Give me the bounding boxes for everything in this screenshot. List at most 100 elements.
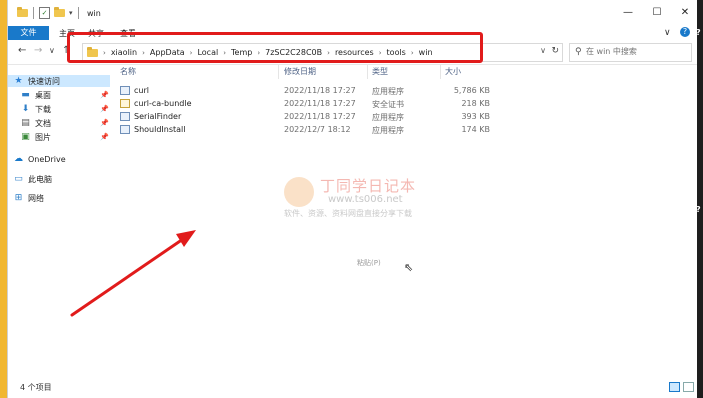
search-icon: ⚲ [575,47,582,57]
file-row[interactable]: curl 2022/11/18 17:27 应用程序 5,786 KB [120,85,500,98]
file-size: 218 KB [461,99,490,108]
star-icon: ★ [14,76,23,86]
nav-item-label: 下载 [35,104,51,114]
maximize-button[interactable]: ☐ [650,6,664,20]
details-view-icon[interactable] [669,382,680,392]
file-size: 174 KB [461,125,490,134]
nav-item-label: OneDrive [28,154,66,164]
file-row[interactable]: ShouldInstall 2022/12/7 18:12 应用程序 174 K… [120,124,500,137]
ribbon-collapse-icon[interactable]: ∨ [664,28,671,38]
search-input[interactable] [586,44,686,59]
file-size: 393 KB [461,112,490,121]
file-type: 应用程序 [372,113,404,122]
explorer-window: ✓ ▾ win — ☐ ✕ 文件 主页 共享 查看 ∨ ? ← → ∨ ↑ › … [8,0,697,398]
address-history-chevron-icon[interactable]: ∨ [540,46,546,55]
nav-item-onedrive[interactable]: ☁ OneDrive [13,153,66,165]
item-count: 4 个项目 [20,383,52,392]
file-list-area[interactable]: 名称 修改日期 类型 大小 curl 2022/11/18 17:27 应用程序… [112,65,697,375]
watermark-logo [284,177,314,207]
nav-item-label: 网络 [28,193,44,203]
forward-button[interactable]: → [34,45,42,56]
watermark-title: 丁同学日记本 [320,177,417,195]
file-date: 2022/12/7 18:12 [284,125,351,134]
status-bar: 4 个项目 [8,375,697,398]
file-row[interactable]: curl-ca-bundle 2022/11/18 17:27 安全证书 218… [120,98,500,111]
exe-icon [120,86,130,95]
nav-item-network[interactable]: ⊞ 网络 [13,192,44,204]
address-highlight-box [67,32,483,63]
nav-item-desktop[interactable]: ▬ 桌面 [20,89,51,101]
background-strip [697,0,703,398]
nav-item-quick-access[interactable]: ★ 快速访问 [8,75,110,87]
folder-icon[interactable] [17,7,28,17]
cloud-icon: ☁ [14,154,23,164]
nav-item-label: 快速访问 [28,76,60,86]
file-name: curl [134,86,149,95]
back-button[interactable]: ← [18,45,26,56]
dropdown-arrow-icon[interactable]: ▾ [69,9,73,17]
watermark-url: www.ts006.net [328,194,403,205]
pin-icon[interactable]: 📌 [100,91,109,99]
background-help-icon: ? [696,205,701,214]
nav-item-documents[interactable]: ▤ 文档 [20,117,51,129]
file-type: 安全证书 [372,100,404,109]
exe-icon [120,112,130,121]
navigation-pane: ★ 快速访问 ▬ 桌面 📌 ⬇ 下载 📌 ▤ 文档 📌 ▣ 图片 📌 ☁ One… [8,65,111,375]
refresh-icon[interactable]: ↻ [551,46,559,56]
file-name: ShouldInstall [134,125,186,134]
tab-file[interactable]: 文件 [8,26,49,40]
nav-item-label: 桌面 [35,90,51,100]
file-type: 应用程序 [372,87,404,96]
exe-icon [120,125,130,134]
nav-item-downloads[interactable]: ⬇ 下载 [20,103,51,115]
window-title: win [87,9,101,18]
divider [77,7,79,19]
computer-icon: ▭ [14,174,23,184]
column-divider[interactable] [367,65,368,79]
column-divider[interactable] [278,65,279,79]
column-divider[interactable] [440,65,441,79]
nav-item-label: 文档 [35,118,51,128]
nav-item-label: 图片 [35,132,51,142]
help-icon[interactable]: ? [680,27,690,37]
red-arrow-annotation [70,230,196,317]
certificate-icon [120,99,130,108]
divider [33,7,34,19]
title-bar: ✓ ▾ win — ☐ ✕ [8,0,697,26]
watermark-description: 软件、资源、资料网盘直接分享下载 [284,209,412,218]
network-icon: ⊞ [14,193,23,203]
file-name: curl-ca-bundle [134,99,192,108]
file-name: SerialFinder [134,112,182,121]
file-date: 2022/11/18 17:27 [284,112,356,121]
pin-icon[interactable]: 📌 [100,105,109,113]
checkbox-icon[interactable]: ✓ [39,7,50,19]
quick-access-toolbar: ✓ ▾ [17,7,79,19]
pin-icon[interactable]: 📌 [100,119,109,127]
search-box[interactable]: ⚲ [569,43,692,62]
file-size: 5,786 KB [453,86,490,95]
column-header-name[interactable]: 名称 [120,66,136,77]
nav-item-this-pc[interactable]: ▭ 此电脑 [13,173,52,185]
download-icon: ⬇ [21,104,30,114]
nav-item-label: 此电脑 [28,174,52,184]
file-date: 2022/11/18 17:27 [284,99,356,108]
file-type: 应用程序 [372,126,404,135]
folder-icon[interactable] [54,7,65,17]
paste-hint: 粘贴(P) [357,259,381,267]
nav-item-pictures[interactable]: ▣ 图片 [20,131,51,143]
document-icon: ▤ [21,118,30,128]
column-header-type[interactable]: 类型 [372,66,388,77]
background-help-icon: ? [696,28,701,37]
file-date: 2022/11/18 17:27 [284,86,356,95]
mouse-cursor-icon: ⇖ [404,261,414,274]
close-button[interactable]: ✕ [678,6,692,20]
recent-locations-button[interactable]: ∨ [49,46,55,55]
column-header-size[interactable]: 大小 [445,66,461,77]
desktop-icon: ▬ [21,90,30,100]
column-header-date[interactable]: 修改日期 [284,66,316,77]
picture-icon: ▣ [21,132,30,142]
file-row[interactable]: SerialFinder 2022/11/18 17:27 应用程序 393 K… [120,111,500,124]
pin-icon[interactable]: 📌 [100,133,109,141]
minimize-button[interactable]: — [621,6,635,20]
large-icons-view-icon[interactable] [683,382,694,392]
